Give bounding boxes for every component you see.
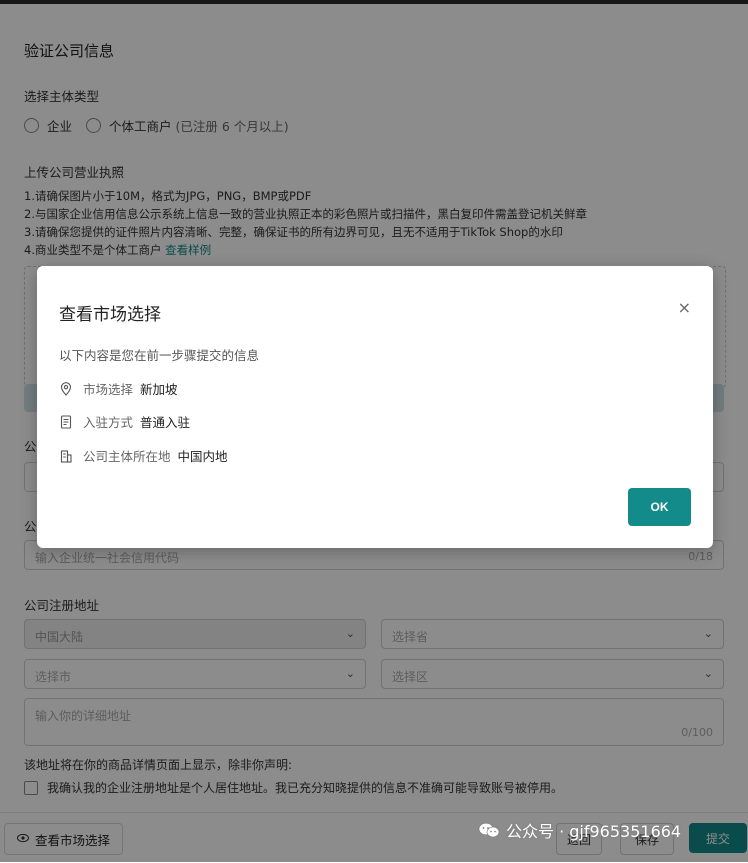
company-location-row: 公司主体所在地 中国内地 <box>59 446 228 465</box>
entry-method-label: 入驻方式 <box>83 415 134 430</box>
entry-method-value: 普通入驻 <box>140 415 191 430</box>
entry-method-row: 入驻方式 普通入驻 <box>59 412 190 431</box>
market-value: 新加坡 <box>140 382 178 397</box>
market-label: 市场选择 <box>83 382 134 397</box>
company-location-value: 中国内地 <box>177 449 228 464</box>
market-row: 市场选择 新加坡 <box>59 379 178 398</box>
market-selection-modal: 查看市场选择 × 以下内容是您在前一步骤提交的信息 市场选择 新加坡 入驻方式 … <box>37 266 713 548</box>
building-icon <box>59 449 73 463</box>
close-icon[interactable]: × <box>678 298 691 317</box>
watermark: 公众号 · gjf965351664 <box>478 818 681 842</box>
company-location-label: 公司主体所在地 <box>83 449 171 464</box>
wechat-icon <box>478 822 500 838</box>
modal-title: 查看市场选择 <box>59 305 161 325</box>
location-pin-icon <box>59 381 73 396</box>
document-icon <box>59 414 73 429</box>
ok-button[interactable]: OK <box>628 488 691 526</box>
watermark-text: 公众号 · gjf965351664 <box>506 822 682 841</box>
modal-description: 以下内容是您在前一步骤提交的信息 <box>59 348 260 363</box>
